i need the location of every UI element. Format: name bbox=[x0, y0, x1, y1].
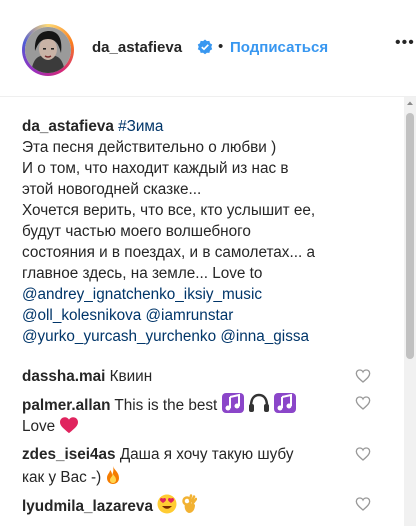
caption-line: Хочется верить, что все, кто услышит ее, bbox=[22, 202, 316, 219]
comment-item: palmer.allan This is the best Love bbox=[22, 393, 352, 437]
fire-icon bbox=[107, 466, 120, 484]
post-author-username[interactable]: da_astafieva bbox=[92, 39, 182, 56]
scrollbar-thumb[interactable] bbox=[406, 113, 414, 359]
comment-text: как у Вас -) bbox=[22, 469, 102, 486]
comment-item: zdes_isei4as Даша я хочу такую шубу как … bbox=[22, 444, 352, 488]
mention-link[interactable]: @iamrunstar bbox=[146, 307, 234, 324]
verified-badge-icon bbox=[197, 39, 213, 55]
heart-eyes-emoji-icon bbox=[157, 494, 177, 514]
like-heart-icon[interactable] bbox=[355, 395, 371, 411]
caption-line: этой новогодней сказке... bbox=[22, 181, 202, 198]
ok-hand-emoji-icon bbox=[182, 494, 198, 513]
caption-line: И о том, что находит каждый из нас в bbox=[22, 160, 289, 177]
avatar[interactable] bbox=[22, 24, 74, 76]
music-notes-icon bbox=[221, 393, 244, 413]
caption-username[interactable]: da_astafieva bbox=[22, 118, 114, 135]
separator-dot: • bbox=[218, 38, 224, 55]
more-options-icon[interactable]: ••• bbox=[395, 34, 415, 52]
comment-username[interactable]: palmer.allan bbox=[22, 397, 110, 414]
like-heart-icon[interactable] bbox=[355, 496, 371, 512]
caption-hashtag[interactable]: #Зима bbox=[118, 118, 163, 135]
comment-username[interactable]: zdes_isei4as bbox=[22, 446, 116, 463]
caption-line: будут частью моего волшебного bbox=[22, 223, 251, 240]
caption-line: главное здесь, на земле... Love to bbox=[22, 265, 263, 282]
like-heart-icon[interactable] bbox=[355, 368, 371, 384]
comments-scrollbar[interactable] bbox=[404, 97, 416, 526]
comment-username[interactable]: lyudmila_lazareva bbox=[22, 498, 153, 515]
comment-text: Даша я хочу такую шубу bbox=[119, 446, 294, 463]
comment-text: Love bbox=[22, 418, 56, 435]
mention-link[interactable]: @andrey_ignatchenko_iksiy_music bbox=[22, 286, 262, 303]
caption-line: Эта песня действительно о любви ) bbox=[22, 139, 277, 156]
mention-link[interactable]: @inna_gissa bbox=[220, 328, 309, 345]
comment-text: Квиин bbox=[109, 368, 153, 385]
scroll-up-arrow-icon[interactable] bbox=[404, 97, 416, 109]
comment-text: This is the best bbox=[114, 397, 218, 414]
post-header: da_astafieva • Подписаться ••• bbox=[0, 0, 416, 97]
caption-line: состояния и в поездах, и в самолетах... … bbox=[22, 244, 315, 261]
comment-item: dassha.mai Квиин bbox=[22, 366, 352, 387]
post-caption: da_astafieva #Зима Эта песня действитель… bbox=[22, 116, 362, 347]
follow-button[interactable]: Подписаться bbox=[230, 39, 328, 56]
mention-link[interactable]: @yurko_yurcash_yurchenko bbox=[22, 328, 216, 345]
music-notes-icon bbox=[274, 393, 297, 413]
mention-link[interactable]: @oll_kolesnikova bbox=[22, 307, 141, 324]
avatar-image[interactable] bbox=[25, 27, 71, 73]
red-heart-icon bbox=[60, 417, 79, 434]
like-heart-icon[interactable] bbox=[355, 446, 371, 462]
headphones-icon bbox=[248, 393, 269, 412]
comment-username[interactable]: dassha.mai bbox=[22, 368, 105, 385]
comment-item: lyudmila_lazareva bbox=[22, 494, 352, 517]
